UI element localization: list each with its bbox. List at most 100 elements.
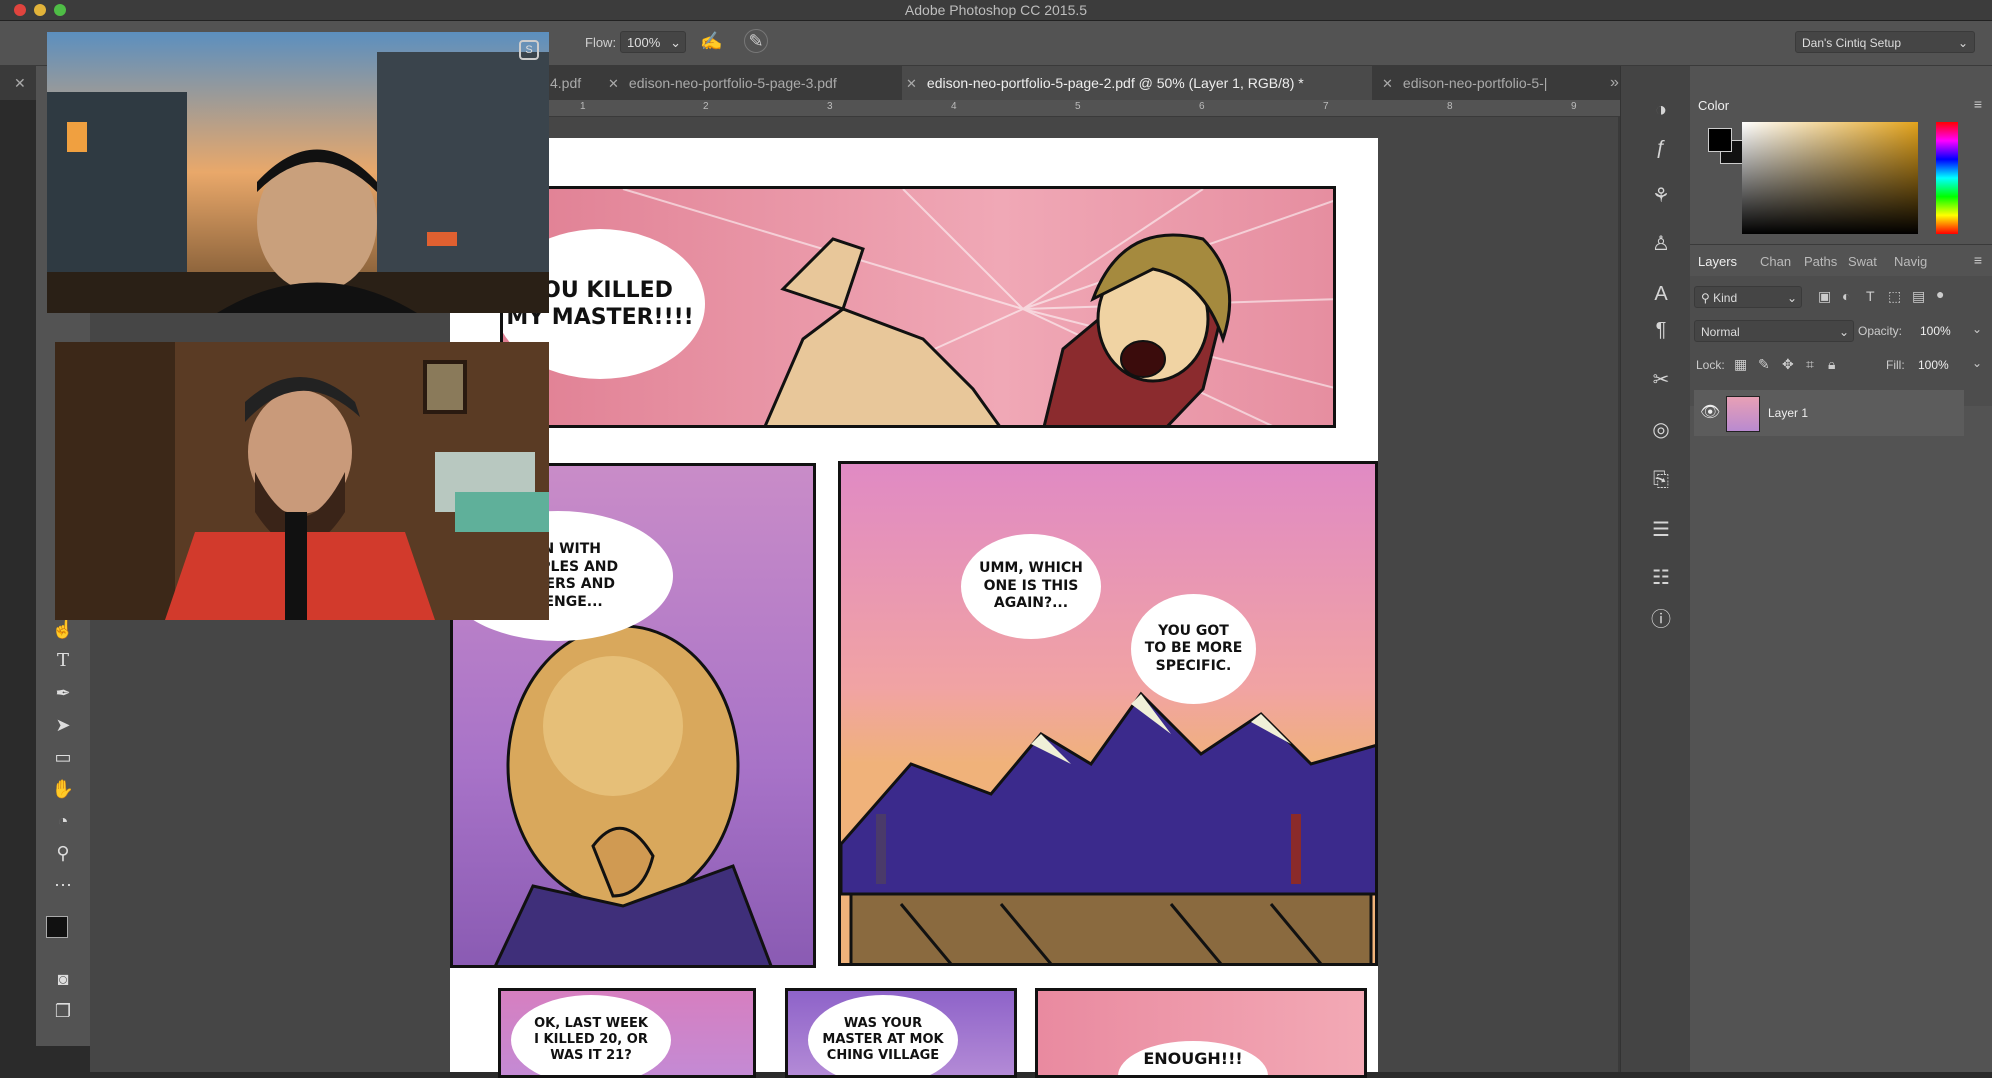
quick-mask-icon[interactable]: ◙ — [50, 966, 76, 992]
tab-paths[interactable]: Paths — [1804, 254, 1837, 269]
filter-toggle-icon[interactable]: ● — [1936, 286, 1944, 302]
lock-transparency-icon[interactable]: ▦ — [1734, 356, 1747, 373]
comic-panel-6: ENOUGH!!! — [1035, 988, 1367, 1078]
close-tab-icon[interactable]: ✕ — [1382, 67, 1393, 100]
clone-source-icon[interactable]: ♙ — [1645, 228, 1677, 260]
paragraph-panel-icon[interactable]: ¶ — [1645, 314, 1677, 346]
rectangle-tool-icon[interactable]: ▭ — [50, 744, 76, 770]
close-tab-icon[interactable]: ✕ — [14, 66, 26, 100]
document-canvas[interactable]: YOU KILLED MY MASTER!!!! GAIN WITH DISCI… — [450, 138, 1378, 1078]
layers-controls: ⚲ Kind ⌄ ▣ ◐ T ⬚ ▤ ● Normal ⌄ Opacity: 1… — [1690, 276, 1992, 406]
hue-slider[interactable] — [1936, 122, 1958, 234]
filter-pixel-icon[interactable]: ▣ — [1818, 288, 1831, 305]
speech-bubble: OK, LAST WEEK I KILLED 20, OR WAS IT 21? — [511, 995, 671, 1075]
eye-icon[interactable]: 👁︎ — [1700, 402, 1720, 422]
more-tools-icon[interactable]: ⋯ — [50, 872, 76, 898]
tab-4-pdf[interactable]: 4.pdf — [550, 66, 604, 100]
mountain-scene-art — [841, 691, 1375, 963]
path-select-tool-icon[interactable]: ➤ — [50, 712, 76, 738]
tool-presets-icon[interactable]: ✂ — [1645, 364, 1677, 396]
tab-portfolio-page-3[interactable]: ✕ edison-neo-portfolio-5-page-3.pdf — [608, 66, 898, 100]
foreground-color-swatch[interactable] — [1708, 128, 1732, 152]
brush-presets-icon[interactable]: ⚘ — [1645, 180, 1677, 212]
fill-label: Fill: — [1886, 358, 1905, 372]
filter-shape-icon[interactable]: ⬚ — [1888, 288, 1901, 305]
layer-thumbnail — [1726, 396, 1760, 432]
color-panel-title: Color — [1698, 98, 1730, 113]
layer-filter-select[interactable]: ⚲ Kind ⌄ — [1694, 286, 1802, 308]
chevron-down-icon: ⌄ — [1838, 325, 1849, 339]
tab-label: 4.pdf — [550, 75, 582, 91]
webcam-feed-1: S — [47, 32, 549, 313]
horizontal-ruler: 1 2 3 4 5 6 7 8 9 — [460, 100, 1620, 117]
zoom-tool-icon[interactable]: ⚲ — [50, 840, 76, 866]
comic-panel-5: WAS YOUR MASTER AT MOK CHING VILLAGE — [785, 988, 1017, 1078]
lock-pixels-icon[interactable]: ✎ — [1758, 356, 1770, 373]
flow-value: 100% — [627, 35, 661, 50]
comic-panel-3: UMM, WHICH ONE IS THIS AGAIN?... YOU GOT… — [838, 461, 1378, 966]
close-tab-icon[interactable]: ✕ — [608, 67, 619, 101]
screen-mode-icon[interactable]: ❐ — [50, 998, 76, 1024]
ruler-tick: 7 — [1323, 101, 1329, 112]
rotate-view-tool-icon[interactable]: ◔ — [50, 808, 76, 834]
speech-bubble: WAS YOUR MASTER AT MOK CHING VILLAGE — [808, 995, 958, 1075]
layer-row[interactable]: 👁︎ Layer 1 — [1694, 390, 1964, 436]
lock-position-icon[interactable]: ✥ — [1782, 356, 1794, 373]
panel-menu-icon[interactable]: ≡ — [1974, 96, 1982, 112]
ruler-tick: 1 — [580, 101, 586, 112]
tab-layers[interactable]: Layers — [1698, 254, 1737, 269]
hand-tool-icon[interactable]: ✋ — [50, 776, 76, 802]
tab-navigator[interactable]: Navig — [1894, 254, 1927, 269]
lock-all-icon[interactable]: 🔒︎ — [1828, 356, 1835, 373]
flow-select[interactable]: 100% ⌄ — [620, 31, 686, 53]
flow-label: Flow: — [585, 35, 617, 50]
opacity-label: Opacity: — [1858, 324, 1903, 338]
info-icon[interactable]: ⓘ — [1645, 604, 1677, 636]
blend-mode-value: Normal — [1701, 325, 1740, 339]
airbrush-icon[interactable]: ✍ — [700, 31, 722, 52]
lock-artboard-icon[interactable]: ⌗ — [1806, 356, 1814, 373]
filter-type-icon[interactable]: T — [1866, 288, 1875, 304]
speech-bubble: YOU GOT TO BE MORE SPECIFIC. — [1131, 594, 1256, 704]
ruler-tick: 3 — [827, 101, 833, 112]
chevron-down-icon[interactable]: ⌄ — [1972, 356, 1982, 370]
app-title: Adobe Photoshop CC 2015.5 — [904, 2, 1088, 18]
layer-filter-value: Kind — [1713, 291, 1738, 305]
chevron-down-icon[interactable]: ⌄ — [1972, 322, 1982, 336]
workspace-select[interactable]: Dan's Cintiq Setup ⌄ — [1795, 31, 1975, 53]
panel-menu-icon[interactable]: ≡ — [1974, 252, 1982, 268]
adjustments-icon[interactable]: ƒ — [1645, 132, 1677, 164]
color-panel-icon[interactable]: ◑ — [1645, 94, 1677, 126]
webcam-image — [55, 342, 549, 620]
tab-channels[interactable]: Chan — [1760, 254, 1791, 269]
timeline-icon[interactable]: ☷ — [1645, 562, 1677, 594]
glyphs-icon[interactable]: ⎘ — [1645, 464, 1677, 496]
more-tabs-icon[interactable]: » — [1610, 66, 1619, 100]
webcam-image — [47, 32, 549, 313]
pressure-size-icon[interactable]: ✎ — [744, 29, 768, 53]
tab-swatches[interactable]: Swat — [1848, 254, 1877, 269]
color-panel-header: Color ≡ — [1690, 78, 1992, 113]
tab-portfolio-5[interactable]: ✕ edison-neo-portfolio-5-| — [1382, 66, 1592, 100]
character-panel-icon[interactable]: A — [1645, 278, 1677, 310]
filter-smart-object-icon[interactable]: ▤ — [1912, 288, 1925, 305]
ruler-tick: 2 — [703, 101, 709, 112]
tab-portfolio-page-2[interactable]: ✕ edison-neo-portfolio-5-page-2.pdf @ 50%… — [902, 66, 1372, 100]
color-field[interactable] — [1742, 122, 1918, 234]
close-tab-icon[interactable]: ✕ — [906, 67, 917, 101]
tab-label: edison-neo-portfolio-5-page-3.pdf — [628, 75, 837, 91]
foreground-color-swatch[interactable] — [46, 916, 68, 938]
speech-bubble: UMM, WHICH ONE IS THIS AGAIN?... — [961, 534, 1101, 639]
tab-label: edison-neo-portfolio-5-page-2.pdf @ 50% … — [926, 75, 1304, 91]
panel-icon-dock: ◑ ƒ ⚘ ♙ A ¶ ✂ ◎ ⎘ ☰ ☷ ⓘ — [1620, 66, 1701, 1072]
blend-mode-select[interactable]: Normal ⌄ — [1694, 320, 1854, 342]
properties-icon[interactable]: ☰ — [1645, 514, 1677, 546]
filter-adjustment-icon[interactable]: ◐ — [1842, 288, 1850, 304]
webcam-feed-2 — [55, 342, 549, 620]
libraries-icon[interactable]: ◎ — [1645, 414, 1677, 446]
workspace-label: Dan's Cintiq Setup — [1802, 36, 1902, 50]
opacity-value[interactable]: 100% — [1920, 324, 1951, 338]
type-tool-icon[interactable]: T — [50, 648, 76, 674]
fill-value[interactable]: 100% — [1918, 358, 1949, 372]
pen-tool-icon[interactable]: ✒ — [50, 680, 76, 706]
